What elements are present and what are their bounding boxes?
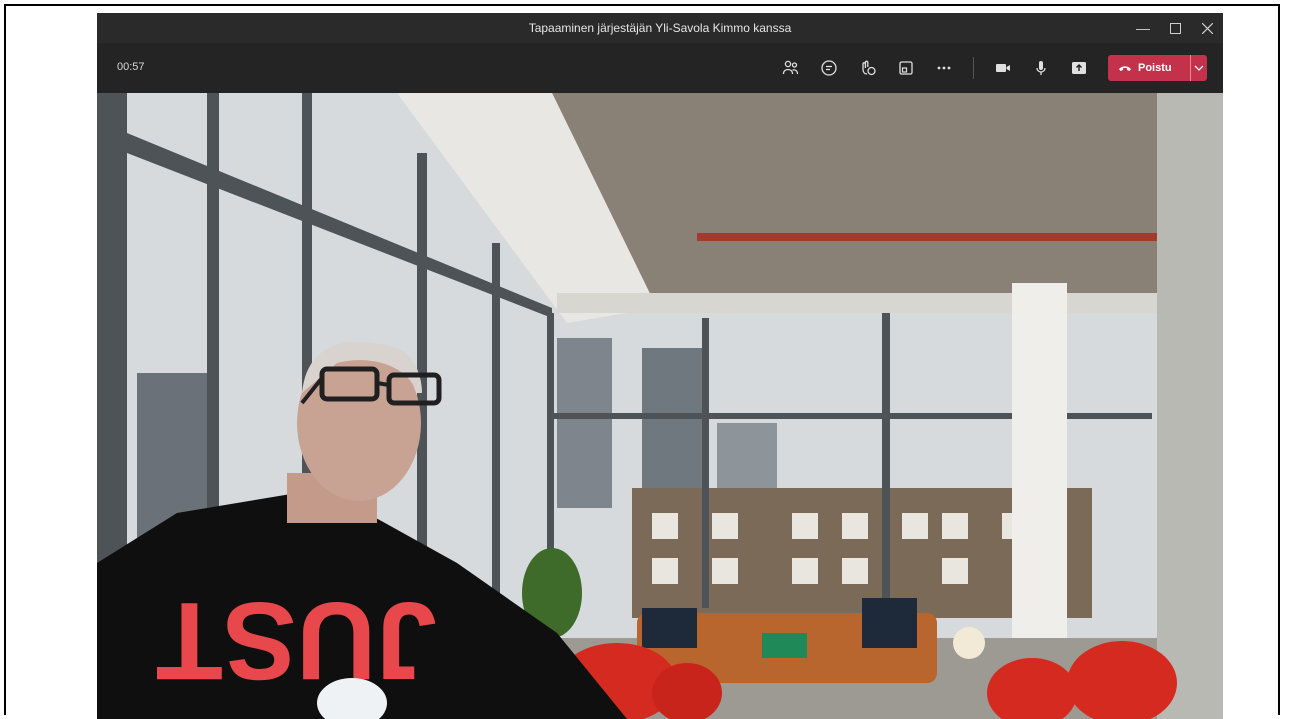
minimize-icon: —: [1136, 20, 1150, 36]
reactions-button[interactable]: [856, 56, 880, 80]
maximize-button[interactable]: [1159, 13, 1191, 43]
camera-button[interactable]: [991, 56, 1015, 80]
rooms-button[interactable]: [894, 56, 918, 80]
chat-button[interactable]: [817, 56, 841, 80]
people-icon: [782, 60, 799, 75]
reactions-icon: [862, 60, 876, 76]
meeting-timer: 00:57: [117, 61, 145, 73]
leave-label: Poistu: [1138, 62, 1172, 74]
leave-main[interactable]: Poistu: [1108, 62, 1190, 74]
camera-icon: [996, 64, 1010, 72]
video-feed: JUST: [97, 93, 1223, 719]
chevron-down-icon: [1194, 65, 1204, 71]
microphone-icon: [1036, 61, 1046, 75]
share-button[interactable]: [1067, 56, 1091, 80]
chat-icon: [821, 60, 837, 76]
title-bar: Tapaaminen järjestäjän Yli-Savola Kimmo …: [97, 13, 1223, 43]
participants-button[interactable]: [779, 56, 803, 80]
leave-button[interactable]: Poistu: [1108, 55, 1207, 81]
close-button[interactable]: [1191, 13, 1223, 43]
close-icon: [1201, 22, 1213, 34]
window-title: Tapaaminen järjestäjän Yli-Savola Kimmo …: [528, 21, 792, 35]
phone-hangup-icon: [1119, 66, 1131, 71]
video-scene: JUST: [97, 93, 1223, 719]
rooms-icon: [899, 61, 913, 75]
meeting-toolbar: 00:57 Poistu: [97, 43, 1223, 93]
leave-options-button[interactable]: [1191, 65, 1207, 71]
more-options-button[interactable]: [932, 56, 956, 80]
microphone-button[interactable]: [1029, 56, 1053, 80]
more-icon: [937, 66, 951, 70]
toolbar-divider: [973, 57, 974, 79]
meeting-window: Tapaaminen järjestäjän Yli-Savola Kimmo …: [97, 13, 1223, 719]
share-icon: [1072, 62, 1086, 74]
shirt-print: JUST: [156, 579, 437, 702]
maximize-icon: [1169, 22, 1181, 34]
minimize-button[interactable]: —: [1127, 13, 1159, 43]
